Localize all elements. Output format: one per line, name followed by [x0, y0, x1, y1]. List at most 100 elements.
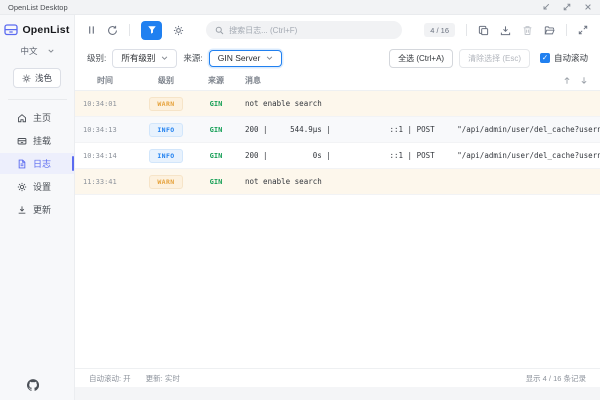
language-selector[interactable]: 中文 [20, 45, 53, 57]
update-icon [17, 205, 27, 215]
log-toolbar: 4 / 16 [75, 15, 600, 45]
log-message: not enable search [239, 177, 600, 186]
main-content: 4 / 16 级别: 所有级别 [75, 15, 600, 400]
language-value: 中文 [20, 45, 37, 57]
sun-icon [22, 74, 31, 83]
chevron-down-icon [161, 56, 168, 60]
scroll-controls [563, 76, 588, 85]
sidebar-item-update[interactable]: 更新 [0, 199, 74, 220]
folder-open-icon[interactable] [544, 25, 555, 36]
log-source: GIN [193, 152, 239, 160]
autoscroll-checkbox-row[interactable]: 自动滚动 [540, 52, 588, 64]
log-source: GIN [193, 126, 239, 134]
sidebar-item-mount[interactable]: 挂载 [0, 130, 74, 151]
window-controls [542, 3, 592, 11]
sidebar-item-label: 更新 [33, 203, 51, 216]
sidebar-divider [8, 99, 67, 100]
log-level-cell: WARN [139, 97, 193, 111]
log-message: 200 | 0s | ::1 | POST "/api/admin/user/d… [239, 151, 600, 160]
status-record-count: 显示 4 / 16 条记录 [526, 373, 586, 384]
column-header-source: 来源 [193, 75, 239, 86]
log-row[interactable]: 11:33:41 WARN GIN not enable search [75, 169, 600, 195]
sidebar-item-label: 日志 [33, 157, 51, 170]
log-source: GIN [193, 178, 239, 186]
log-row[interactable]: 10:34:01 WARN GIN not enable search [75, 91, 600, 117]
log-message: not enable search [239, 99, 600, 108]
sidebar-item-label: 主页 [33, 111, 51, 124]
refresh-icon[interactable] [107, 25, 118, 36]
expand-icon[interactable] [578, 25, 588, 35]
search-wrap [195, 21, 413, 39]
home-icon [17, 113, 27, 123]
source-filter-label: 来源: [183, 52, 202, 64]
theme-toggle-label: 浅色 [35, 72, 52, 84]
log-row[interactable]: 10:34:14 INFO GIN 200 | 0s | ::1 | POST … [75, 143, 600, 169]
close-icon[interactable] [584, 3, 592, 11]
copy-icon[interactable] [478, 25, 489, 36]
log-rows: 10:34:01 WARN GIN not enable search 10:3… [75, 91, 600, 195]
scroll-to-bottom-icon[interactable] [580, 76, 588, 85]
column-header-message: 消息 [239, 75, 563, 86]
log-counter-badge: 4 / 16 [424, 23, 455, 37]
sidebar-item-settings[interactable]: 设置 [0, 176, 74, 197]
maximize-icon[interactable] [563, 3, 571, 11]
filter-funnel-icon [147, 25, 157, 35]
gear-icon [17, 182, 27, 192]
log-level-badge: INFO [149, 149, 182, 163]
settings-icon[interactable] [173, 25, 184, 36]
log-level-cell: INFO [139, 123, 193, 137]
autoscroll-checkbox[interactable] [540, 53, 550, 63]
app-window: OpenList 中文 浅色 主页 [0, 15, 600, 400]
column-header-level: 级别 [139, 75, 193, 86]
log-table-header: 时间 级别 来源 消息 [75, 71, 600, 91]
scroll-to-top-icon[interactable] [563, 76, 571, 85]
log-message: 200 | 544.9µs | ::1 | POST "/api/admin/u… [239, 125, 600, 134]
minimize-icon[interactable] [542, 3, 550, 11]
toolbar-divider [466, 24, 467, 36]
search-input[interactable] [229, 26, 393, 35]
level-select[interactable]: 所有级别 [112, 49, 177, 68]
clear-selection-button[interactable]: 清除选择 (Esc) [459, 49, 530, 68]
window-title: OpenList Desktop [8, 3, 68, 12]
github-icon[interactable] [27, 379, 39, 391]
filter-button[interactable] [141, 21, 162, 40]
filter-bar: 级别: 所有级别 来源: GIN Server 全选 (Ctrl+A) 清除选择… [75, 45, 600, 71]
sidebar: OpenList 中文 浅色 主页 [0, 15, 75, 400]
select-all-button[interactable]: 全选 (Ctrl+A) [389, 49, 453, 68]
autoscroll-label: 自动滚动 [554, 52, 588, 64]
chevron-down-icon [48, 49, 54, 53]
sidebar-item-logs[interactable]: 日志 [0, 153, 74, 174]
log-time: 10:34:14 [75, 152, 139, 160]
source-select[interactable]: GIN Server [209, 50, 283, 67]
app-logo-text: OpenList [22, 24, 69, 36]
chevron-down-icon [266, 56, 273, 60]
log-level-cell: INFO [139, 149, 193, 163]
log-time: 10:34:13 [75, 126, 139, 134]
pause-icon[interactable] [87, 25, 96, 35]
log-level-badge: WARN [149, 175, 182, 189]
download-icon[interactable] [500, 25, 511, 36]
toolbar-divider [129, 24, 130, 36]
log-level-cell: WARN [139, 175, 193, 189]
window-titlebar: OpenList Desktop [0, 0, 600, 15]
search-box[interactable] [206, 21, 402, 39]
sidebar-item-label: 挂载 [33, 134, 51, 147]
log-source: GIN [193, 100, 239, 108]
toolbar-divider [566, 24, 567, 36]
trash-icon[interactable] [522, 25, 533, 36]
openlist-logo-icon [4, 23, 18, 36]
log-level-badge: INFO [149, 123, 182, 137]
level-select-value: 所有级别 [121, 52, 155, 64]
log-row[interactable]: 10:34:13 INFO GIN 200 | 544.9µs | ::1 | … [75, 117, 600, 143]
sidebar-item-label: 设置 [33, 180, 51, 193]
theme-toggle-button[interactable]: 浅色 [13, 68, 61, 88]
sidebar-nav: 主页 挂载 日志 设置 [0, 107, 74, 220]
sidebar-item-home[interactable]: 主页 [0, 107, 74, 128]
column-header-time: 时间 [75, 75, 139, 86]
log-level-badge: WARN [149, 97, 182, 111]
document-icon [17, 159, 27, 169]
level-filter-label: 级别: [87, 52, 106, 64]
app-logo[interactable]: OpenList [4, 23, 69, 36]
log-time: 11:33:41 [75, 178, 139, 186]
status-autoscroll: 自动滚动: 开 [89, 373, 131, 384]
